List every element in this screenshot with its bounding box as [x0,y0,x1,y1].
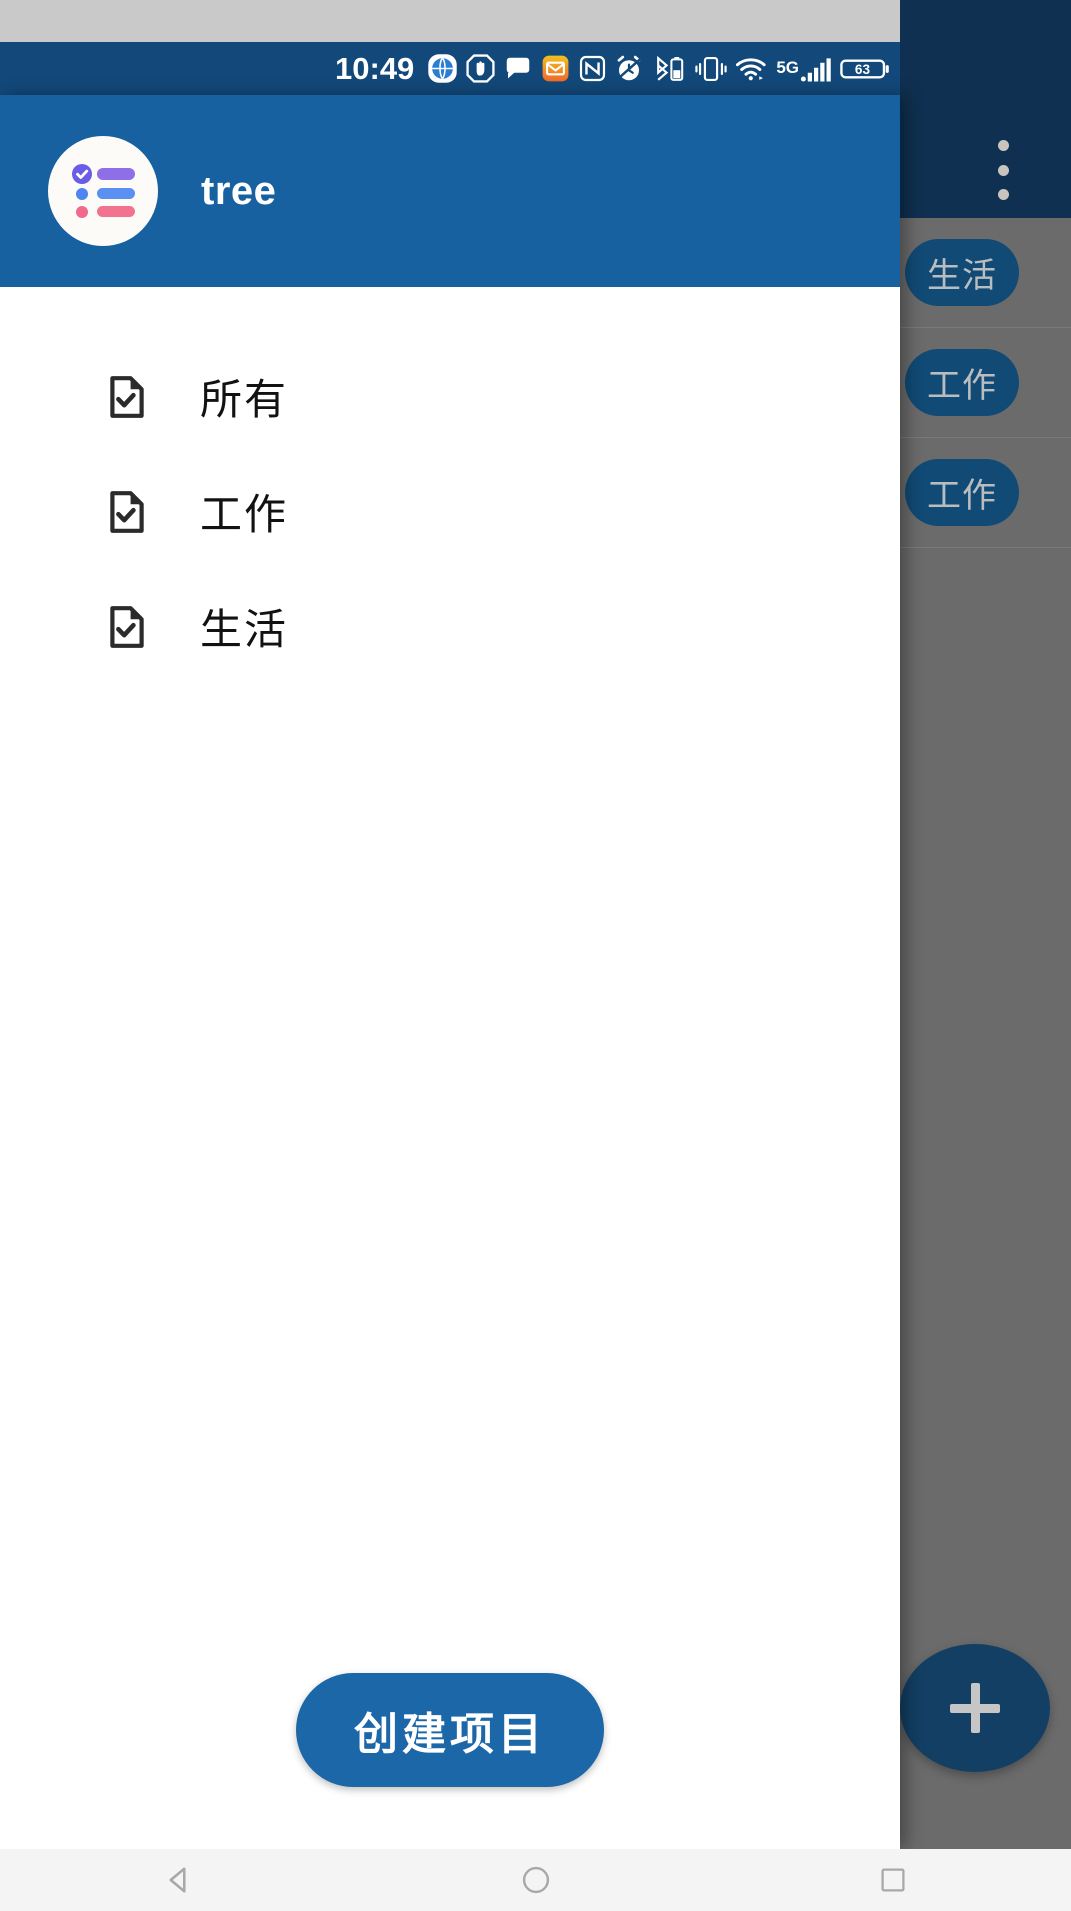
plus-icon [950,1683,1000,1733]
sidebar-item-label: 工作 [200,490,289,539]
drawer-header: tree [0,95,900,287]
sidebar-item-label: 生活 [200,605,289,654]
svg-text:63: 63 [855,61,871,76]
top-gray-strip [0,0,900,42]
browser-globe-icon [427,53,458,84]
android-navigation-bar [0,1849,1071,1911]
battery-icon: 63 [840,54,892,84]
navigation-drawer: tree 所有 工作 生活 创建项目 [0,95,900,1849]
document-check-icon [100,486,152,538]
home-button[interactable] [476,1849,596,1911]
add-task-fab[interactable] [900,1644,1050,1772]
overflow-menu-icon[interactable] [985,140,1021,200]
signal-bars-icon: 5G [776,54,833,84]
document-check-icon [100,601,152,653]
recents-button[interactable] [833,1849,953,1911]
overflow-dot [997,140,1009,151]
overflow-dot [997,189,1009,200]
status-bar: 10:49 5G 63 [0,42,900,95]
bluetooth-battery-icon [651,54,687,84]
status-clock: 10:49 [335,50,415,86]
back-button[interactable] [119,1849,239,1911]
mail-envelope-icon [540,53,571,84]
sidebar-item-label: 所有 [200,375,289,424]
alarm-clock-icon [614,54,644,84]
drawer-item-list: 所有 工作 生活 [0,287,900,684]
status-badge: 工作 [905,459,1019,526]
create-project-button[interactable]: 创建项目 [296,1673,604,1787]
sidebar-item-life[interactable]: 生活 [0,569,900,684]
vibrate-mode-icon [694,54,728,84]
wifi-icon [735,54,769,84]
status-badge: 工作 [905,349,1019,416]
phone-screen: 生活 工作 工作 10:49 5G 63 tree 所有 工作 生活 创建项目 [0,0,1071,1911]
chat-bubble-icon [503,54,533,84]
sidebar-item-work[interactable]: 工作 [0,454,900,569]
sidebar-item-all[interactable]: 所有 [0,339,900,454]
stop-hand-icon [465,53,496,84]
drawer-footer: 创建项目 [0,1673,900,1787]
page-title: tree [201,168,277,213]
nfc-icon [578,54,607,83]
network-type-label: 5G [776,57,799,77]
status-badge: 生活 [905,239,1019,306]
overflow-dot [997,164,1009,176]
document-check-icon [100,371,152,423]
tree-app-checklist-logo [48,136,158,246]
